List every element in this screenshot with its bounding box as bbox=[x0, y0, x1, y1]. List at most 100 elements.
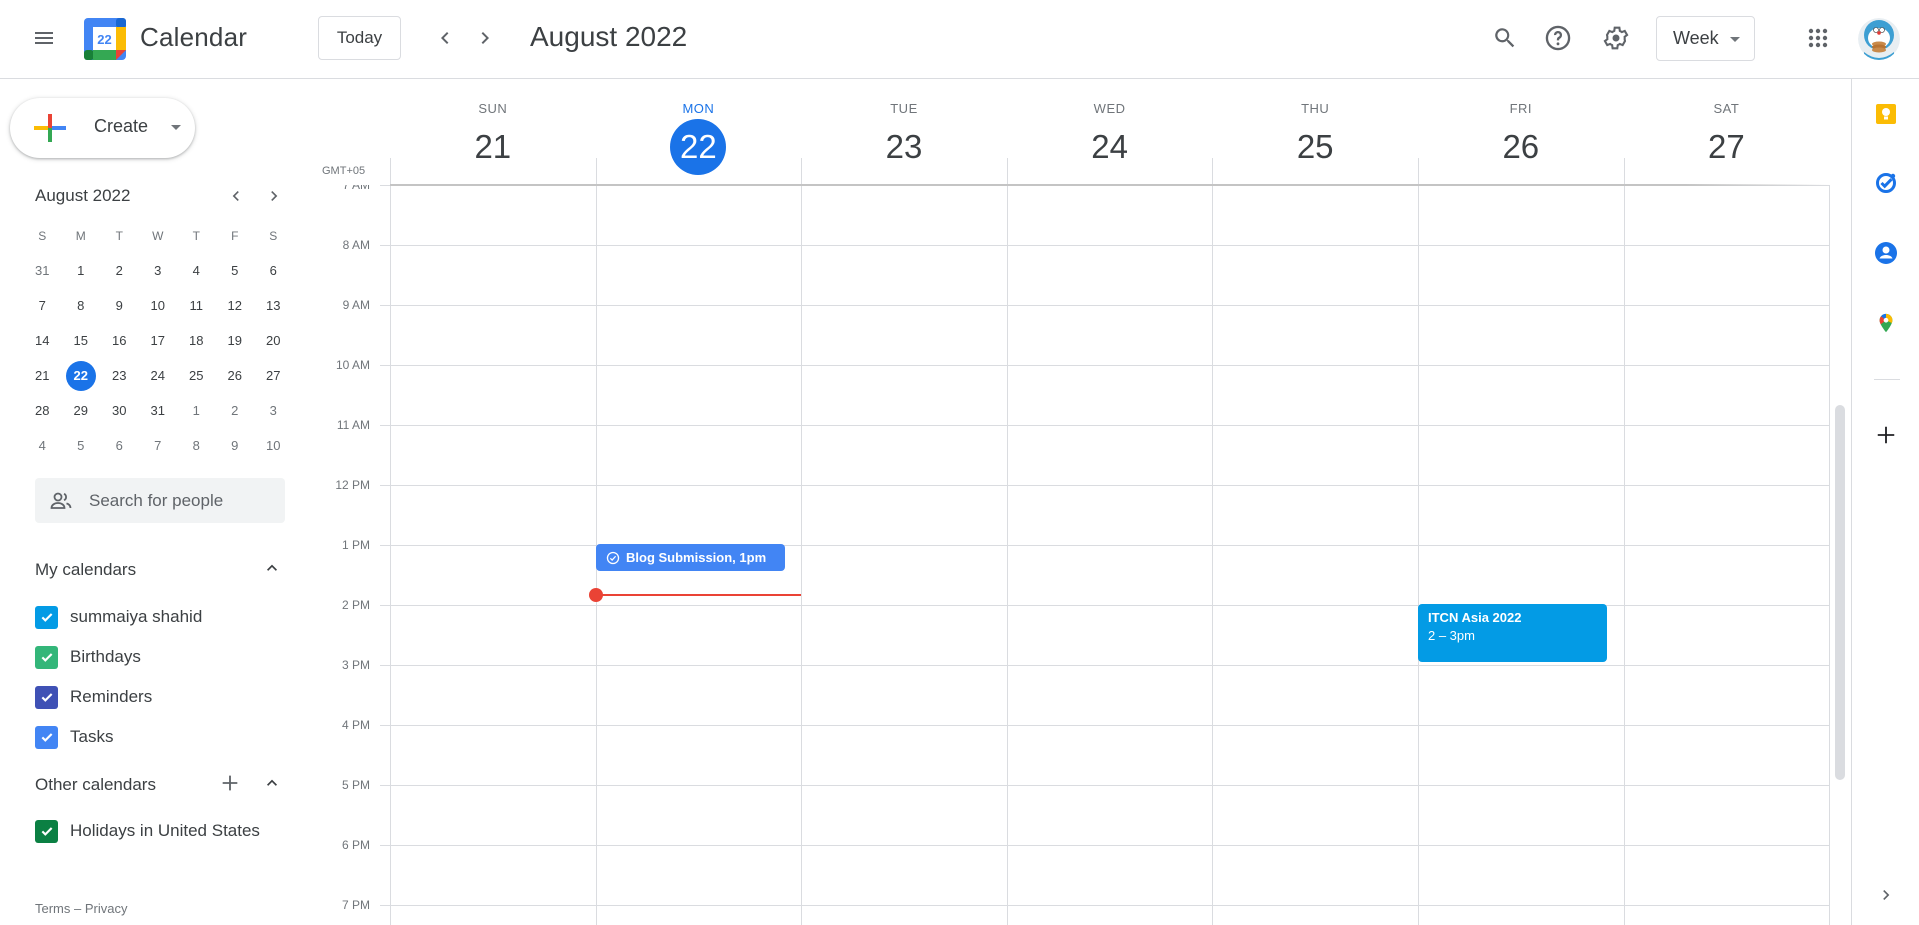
main-menu-button[interactable] bbox=[20, 14, 68, 62]
mini-calendar-day[interactable]: 6 bbox=[254, 255, 293, 287]
current-time-line bbox=[596, 594, 801, 596]
mini-calendar-day[interactable]: 31 bbox=[139, 395, 178, 427]
today-button[interactable]: Today bbox=[318, 16, 401, 60]
mini-calendar-day[interactable]: 21 bbox=[23, 360, 62, 392]
mini-calendar-day[interactable]: 16 bbox=[100, 325, 139, 357]
day-number[interactable]: 23 bbox=[876, 119, 932, 175]
mini-calendar-day[interactable]: 27 bbox=[254, 360, 293, 392]
google-apps-button[interactable] bbox=[1794, 14, 1842, 62]
mini-calendar-day[interactable]: 5 bbox=[62, 430, 101, 462]
column-separator bbox=[1623, 158, 1625, 185]
hide-side-panel-button[interactable] bbox=[1870, 879, 1902, 911]
calendar-list-item[interactable]: Tasks bbox=[35, 719, 113, 755]
calendar-checkbox[interactable] bbox=[35, 685, 58, 709]
mini-calendar-day[interactable]: 23 bbox=[100, 360, 139, 392]
mini-calendar-day[interactable]: 25 bbox=[177, 360, 216, 392]
calendar-checkbox[interactable] bbox=[35, 605, 58, 629]
keep-button[interactable] bbox=[1870, 98, 1902, 130]
mini-calendar-day[interactable]: 10 bbox=[254, 430, 293, 462]
mini-calendar-day[interactable]: 28 bbox=[23, 395, 62, 427]
calendar-logo[interactable]: 22 bbox=[84, 18, 126, 60]
tasks-button[interactable] bbox=[1870, 167, 1902, 199]
time-grid[interactable]: 7 AM 8 AM 9 AM 10 AM 11 AM 12 PM 1 PM 2 PM 3 PM 4… bbox=[310, 79, 1830, 925]
colorful-plus-icon bbox=[34, 114, 66, 142]
settings-button[interactable] bbox=[1592, 14, 1640, 62]
mini-calendar-day[interactable]: 14 bbox=[23, 325, 62, 357]
mini-calendar-day-number: 8 bbox=[77, 297, 85, 313]
mini-calendar-day[interactable]: 11 bbox=[177, 290, 216, 322]
mini-calendar-day[interactable]: 17 bbox=[139, 325, 178, 357]
search-button[interactable] bbox=[1481, 14, 1529, 62]
mini-calendar-next-month[interactable] bbox=[260, 182, 288, 210]
mini-calendar-day[interactable]: 9 bbox=[100, 290, 139, 322]
mini-calendar-day[interactable]: 1 bbox=[177, 395, 216, 427]
mini-calendar-day[interactable]: 3 bbox=[254, 395, 293, 427]
calendar-checkbox[interactable] bbox=[35, 725, 58, 749]
get-addons-button[interactable] bbox=[1870, 419, 1902, 451]
day-number[interactable]: 21 bbox=[465, 119, 521, 175]
mini-calendar-day-today[interactable]: 22 bbox=[62, 360, 101, 392]
mini-calendar-day[interactable]: 4 bbox=[177, 255, 216, 287]
mini-calendar-day-number: 19 bbox=[227, 332, 242, 348]
contacts-button[interactable] bbox=[1870, 237, 1902, 269]
mini-calendar-day[interactable]: 6 bbox=[100, 430, 139, 462]
mini-calendar-day[interactable]: 18 bbox=[177, 325, 216, 357]
grid-scrollbar[interactable] bbox=[1835, 405, 1845, 780]
calendar-list-item[interactable]: Birthdays bbox=[35, 639, 141, 675]
mini-calendar-day[interactable]: 7 bbox=[23, 290, 62, 322]
mini-calendar-day[interactable]: 10 bbox=[139, 290, 178, 322]
add-other-calendar-button[interactable] bbox=[216, 769, 244, 797]
mini-calendar-day[interactable]: 5 bbox=[216, 255, 255, 287]
mini-calendar-day[interactable]: 2 bbox=[100, 255, 139, 287]
mini-calendar-previous-month[interactable] bbox=[222, 182, 250, 210]
mini-calendar-day[interactable]: 8 bbox=[62, 290, 101, 322]
my-calendars-collapse-button[interactable] bbox=[258, 554, 286, 582]
mini-calendar-day[interactable]: 26 bbox=[216, 360, 255, 392]
calendar-list-item[interactable]: Holidays in United States bbox=[35, 813, 260, 849]
mini-calendar-day[interactable]: 7 bbox=[139, 430, 178, 462]
day-of-week: SAT bbox=[1713, 101, 1740, 116]
mini-calendar-day[interactable]: 31 bbox=[23, 255, 62, 287]
event-itcn-asia[interactable]: ITCN Asia 2022 2 – 3pm bbox=[1418, 604, 1607, 662]
mini-calendar-day[interactable]: 13 bbox=[254, 290, 293, 322]
mini-calendar-day[interactable]: 4 bbox=[23, 430, 62, 462]
day-number-today[interactable]: 22 bbox=[670, 119, 727, 175]
next-week-button[interactable] bbox=[461, 14, 509, 62]
mini-calendar-day-number: 1 bbox=[77, 262, 85, 278]
mini-calendar-day[interactable]: 19 bbox=[216, 325, 255, 357]
account-avatar[interactable] bbox=[1858, 18, 1900, 60]
day-number[interactable]: 25 bbox=[1287, 119, 1343, 175]
event-title: Blog Submission, 1pm bbox=[626, 550, 767, 565]
mini-calendar-day-number: 16 bbox=[112, 332, 127, 348]
support-button[interactable] bbox=[1534, 14, 1582, 62]
calendar-list-item[interactable]: summaiya shahid bbox=[35, 599, 202, 635]
mini-calendar-day[interactable]: 12 bbox=[216, 290, 255, 322]
mini-calendar-day[interactable]: 29 bbox=[62, 395, 101, 427]
mini-calendar-day[interactable]: 1 bbox=[62, 255, 101, 287]
day-number[interactable]: 27 bbox=[1698, 119, 1754, 175]
day-number[interactable]: 24 bbox=[1082, 119, 1138, 175]
mini-calendar-day[interactable]: 15 bbox=[62, 325, 101, 357]
mini-calendar-day[interactable]: 24 bbox=[139, 360, 178, 392]
mini-calendar-week: 31 1 2 3 4 5 6 bbox=[23, 253, 293, 288]
hour-gridline bbox=[380, 485, 1830, 486]
other-calendars-collapse-button[interactable] bbox=[258, 769, 286, 797]
event-blog-submission[interactable]: Blog Submission, 1pm bbox=[596, 544, 785, 571]
mini-calendar-day[interactable]: 3 bbox=[139, 255, 178, 287]
mini-calendar-day[interactable]: 2 bbox=[216, 395, 255, 427]
maps-button[interactable] bbox=[1870, 307, 1902, 339]
mini-calendar-day[interactable]: 9 bbox=[216, 430, 255, 462]
calendar-checkbox[interactable] bbox=[35, 819, 58, 843]
calendar-checkbox[interactable] bbox=[35, 645, 58, 669]
view-switcher-dropdown[interactable]: Week bbox=[1656, 16, 1755, 61]
people-search-input[interactable] bbox=[89, 478, 279, 523]
day-number[interactable]: 26 bbox=[1493, 119, 1549, 175]
terms-privacy-links[interactable]: Terms – Privacy bbox=[35, 901, 127, 916]
calendar-list-item[interactable]: Reminders bbox=[35, 679, 152, 715]
mini-calendar-day[interactable]: 20 bbox=[254, 325, 293, 357]
mini-calendar-day[interactable]: 30 bbox=[100, 395, 139, 427]
people-search-field[interactable] bbox=[35, 478, 285, 523]
create-button[interactable]: Create bbox=[10, 98, 195, 158]
hour-gridline bbox=[380, 665, 1830, 666]
mini-calendar-day[interactable]: 8 bbox=[177, 430, 216, 462]
